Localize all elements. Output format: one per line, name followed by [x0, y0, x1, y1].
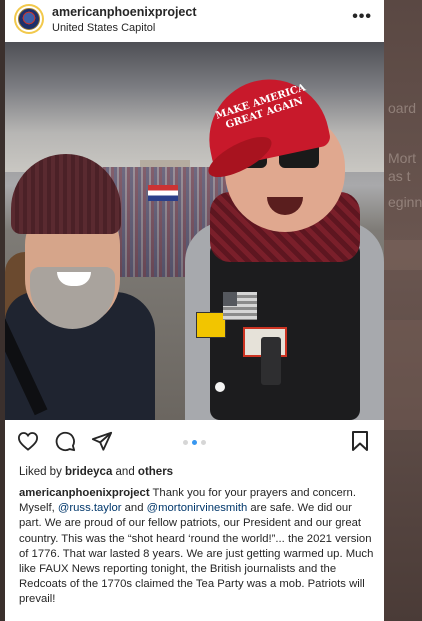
- background-text-fragment: Mort: [388, 150, 416, 166]
- photo-banner: [148, 185, 178, 201]
- post-caption: americanphoenixproject Thank you for you…: [19, 486, 375, 608]
- avatar[interactable]: [14, 4, 44, 34]
- flag-patch: [223, 292, 257, 320]
- yellow-patch: [196, 312, 226, 338]
- bookmark-icon[interactable]: [347, 428, 373, 454]
- caption-mention[interactable]: @mortonirvinesmith: [147, 502, 248, 514]
- post-action-bar: [5, 420, 384, 460]
- instagram-post: americanphoenixproject United States Cap…: [5, 0, 384, 621]
- background-page-fragment: oard Mort as t eginn: [384, 0, 422, 621]
- seal-logo-icon: [18, 8, 40, 30]
- background-text-fragment: oard: [388, 100, 417, 116]
- comment-icon[interactable]: [52, 428, 78, 454]
- post-username[interactable]: americanphoenixproject: [52, 5, 197, 19]
- caption-text: are safe. We did our part. We are proud …: [19, 502, 374, 606]
- likes-line: Liked by brideyca and others: [19, 466, 173, 478]
- liked-by-user[interactable]: brideyca: [65, 466, 112, 478]
- carousel-indicator: [183, 440, 206, 445]
- post-location[interactable]: United States Capitol: [52, 22, 155, 34]
- background-text-fragment: as t: [388, 168, 411, 184]
- caption-mention[interactable]: @russ.taylor: [58, 502, 122, 514]
- likes-prefix: Liked by: [19, 466, 66, 478]
- liked-by-others[interactable]: others: [138, 466, 173, 478]
- caption-text: and: [121, 502, 147, 515]
- background-block: [384, 240, 422, 270]
- carousel-dot: [183, 440, 188, 445]
- more-icon[interactable]: •••: [352, 8, 372, 26]
- carousel-dot: [201, 440, 206, 445]
- share-icon[interactable]: [89, 428, 115, 454]
- background-block: [384, 320, 422, 430]
- heart-icon[interactable]: [15, 428, 41, 454]
- vest-holster: [261, 337, 281, 385]
- caption-username[interactable]: americanphoenixproject: [19, 487, 150, 499]
- background-text-fragment: eginn: [388, 194, 422, 210]
- post-header: americanphoenixproject United States Cap…: [5, 0, 384, 42]
- post-photo[interactable]: MAKE AMERICA GREAT AGAIN: [5, 42, 384, 420]
- carousel-dot-active: [192, 440, 197, 445]
- likes-middle: and: [112, 466, 138, 478]
- vest-button: [215, 382, 225, 392]
